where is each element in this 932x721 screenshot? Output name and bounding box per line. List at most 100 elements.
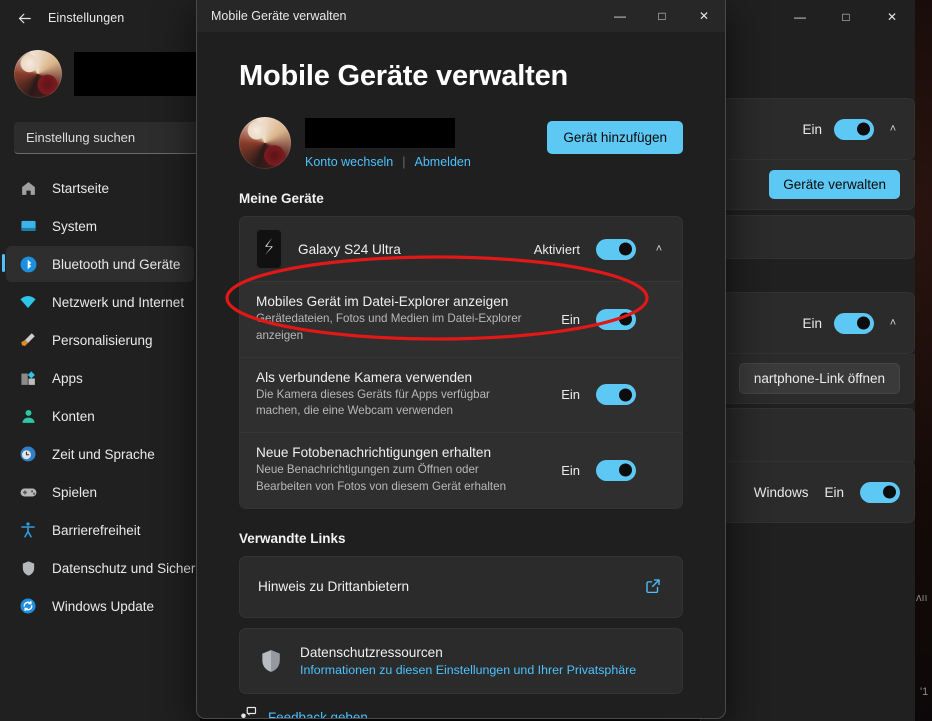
sidebar-item-spielen[interactable]: Spielen <box>6 474 194 510</box>
settings-window-title: Einstellungen <box>48 11 125 25</box>
clock-globe-icon <box>18 444 38 464</box>
bluetooth-icon <box>18 254 38 274</box>
settings-account-row[interactable] <box>0 36 200 112</box>
sidebar-item-zeit-und-sprache[interactable]: Zeit und Sprache <box>6 436 194 472</box>
sidebar-nav: Startseite System Bluetooth und Geräte N… <box>0 170 200 624</box>
feedback-icon <box>239 706 257 718</box>
setting-row-file-explorer[interactable]: Mobiles Gerät im Datei-Explorer anzeigen… <box>240 281 682 357</box>
setting-text: Mobiles Gerät im Datei-Explorer anzeigen… <box>256 294 545 345</box>
account-block: Konto wechseln | Abmelden Gerät hinzufüg… <box>239 117 683 169</box>
sidebar-item-barrierefreiheit[interactable]: Barrierefreiheit <box>6 512 194 548</box>
sidebar-item-netzwerk-und-internet[interactable]: Netzwerk und Internet <box>6 284 194 320</box>
sidebar-item-datenschutz-und-sicherheit[interactable]: Datenschutz und Sicherhe <box>6 550 200 586</box>
setting-description: Neue Benachrichtigungen zum Öffnen oder … <box>256 463 507 493</box>
phone-icon <box>256 229 282 269</box>
sidebar-item-label: Netzwerk und Internet <box>52 294 185 310</box>
switch-account-link[interactable]: Konto wechseln <box>305 155 393 169</box>
sidebar-item-label: Windows Update <box>52 598 155 614</box>
account-info: Konto wechseln | Abmelden <box>305 117 533 169</box>
link-title: Hinweis zu Drittanbietern <box>258 579 410 595</box>
update-refresh-icon <box>18 596 38 616</box>
background-card-toggle-2[interactable]: Ein ˄ <box>700 292 915 354</box>
link-text: Hinweis zu Drittanbietern <box>258 579 628 594</box>
settings-titlebar: Einstellungen <box>0 0 200 36</box>
related-link-privacy-resources[interactable]: Datenschutzressourcen Informationen zu d… <box>239 627 683 694</box>
close-button[interactable]: ✕ <box>683 0 725 32</box>
maximize-button[interactable]: □ <box>641 0 683 32</box>
device-state-label: Aktiviert <box>533 241 580 257</box>
sign-out-link[interactable]: Abmelden <box>415 155 471 169</box>
dialog-window-controls: — □ ✕ <box>599 0 725 32</box>
search-input[interactable]: Einstellung suchen <box>14 122 200 154</box>
manage-devices-button[interactable]: Geräte verwalten <box>769 170 900 199</box>
background-card-filler-1 <box>700 215 915 259</box>
toggle-switch[interactable] <box>834 118 874 140</box>
add-device-button[interactable]: Gerät hinzufügen <box>547 121 683 154</box>
related-link-third-party-notice[interactable]: Hinweis zu Drittanbietern <box>239 555 683 618</box>
page-title: Mobile Geräte verwalten <box>239 60 569 92</box>
avatar[interactable] <box>14 50 62 98</box>
chevron-up-icon[interactable]: ˄ <box>886 317 900 329</box>
background-card-windows-toggle[interactable]: Windows Ein <box>700 461 915 523</box>
link-subtitle[interactable]: Informationen zu diesen Einstellungen un… <box>300 663 664 677</box>
sidebar-item-label: Apps <box>52 370 83 386</box>
screen-root: Einstellungen Einstellung suchen Startse… <box>0 0 932 721</box>
maximize-button[interactable]: □ <box>823 0 869 34</box>
background-card-filler-2 <box>700 408 915 464</box>
chevron-up-icon[interactable]: ˄ <box>652 243 666 255</box>
device-toggle-switch[interactable] <box>596 238 636 260</box>
minimize-button[interactable]: — <box>599 0 641 32</box>
redacted-account-name <box>305 118 455 148</box>
background-card-manage-devices: Geräte verwalten <box>700 160 915 210</box>
device-row-galaxy-s24-ultra[interactable]: Galaxy S24 Ultra Aktiviert ˄ <box>240 217 682 281</box>
setting-toggle-switch[interactable] <box>596 459 636 481</box>
sidebar-item-startseite[interactable]: Startseite <box>6 170 194 206</box>
sidebar-item-personalisierung[interactable]: Personalisierung <box>6 322 194 358</box>
setting-toggle-switch[interactable] <box>596 308 636 330</box>
shield-icon <box>258 648 284 674</box>
background-card-toggle-1[interactable]: Ein ˄ <box>700 98 915 160</box>
setting-row-photo-notifications[interactable]: Neue Fotobenachrichtigungen erhalten Neu… <box>240 432 682 508</box>
sidebar-item-konten[interactable]: Konten <box>6 398 194 434</box>
give-feedback-link[interactable]: Feedback geben <box>239 706 683 718</box>
device-name: Galaxy S24 Ultra <box>298 241 401 257</box>
paintbrush-icon <box>18 330 38 350</box>
sidebar-item-bluetooth-und-geraete[interactable]: Bluetooth und Geräte <box>2 246 194 282</box>
search-input-value: Einstellung suchen <box>26 130 136 145</box>
link-title: Datenschutzressourcen <box>300 644 443 660</box>
wifi-icon <box>18 292 38 312</box>
external-link-icon <box>644 577 664 597</box>
sidebar-item-label: Spielen <box>52 484 98 500</box>
redacted-account-name <box>74 52 200 96</box>
setting-toggle-switch[interactable] <box>596 384 636 406</box>
state-label: Ein <box>802 121 822 137</box>
setting-description: Gerätedateien, Fotos und Medien im Datei… <box>256 312 522 342</box>
desktop-text-fragment-2: '1 <box>920 686 929 698</box>
account-links: Konto wechseln | Abmelden <box>305 155 533 169</box>
home-icon <box>18 178 38 198</box>
sidebar-item-system[interactable]: System <box>6 208 194 244</box>
avatar[interactable] <box>239 117 291 169</box>
close-button[interactable]: ✕ <box>869 0 915 34</box>
toggle-switch[interactable] <box>860 481 900 503</box>
link-separator: | <box>402 155 406 169</box>
dialog-title: Mobile Geräte verwalten <box>211 9 347 23</box>
sidebar-item-windows-update[interactable]: Windows Update <box>6 588 194 624</box>
sidebar-item-apps[interactable]: Apps <box>6 360 194 396</box>
state-label: Ein <box>802 315 822 331</box>
background-window-controls: — □ ✕ <box>777 0 915 34</box>
setting-description: Die Kamera dieses Geräts für Apps verfüg… <box>256 387 490 418</box>
related-links-section-title: Verwandte Links <box>239 530 346 546</box>
shield-icon <box>18 558 38 578</box>
sidebar-item-label: Bluetooth und Geräte <box>52 256 181 272</box>
minimize-button[interactable]: — <box>777 0 823 34</box>
chevron-up-icon[interactable]: ˄ <box>886 123 900 135</box>
setting-title: Neue Fotobenachrichtigungen erhalten <box>256 445 492 461</box>
open-phone-link-button[interactable]: nartphone-Link öffnen <box>738 363 900 394</box>
toggle-switch[interactable] <box>834 312 874 334</box>
setting-row-connected-camera[interactable]: Als verbundene Kamera verwenden Die Kame… <box>240 356 682 433</box>
back-arrow-icon[interactable] <box>14 8 34 28</box>
background-settings-window: — □ ✕ e Ein ˄ Geräte verwalten Ein <box>700 0 915 721</box>
my-devices-card: Galaxy S24 Ultra Aktiviert ˄ Mobiles Ger… <box>239 216 683 509</box>
my-devices-section-title: Meine Geräte <box>239 191 324 206</box>
